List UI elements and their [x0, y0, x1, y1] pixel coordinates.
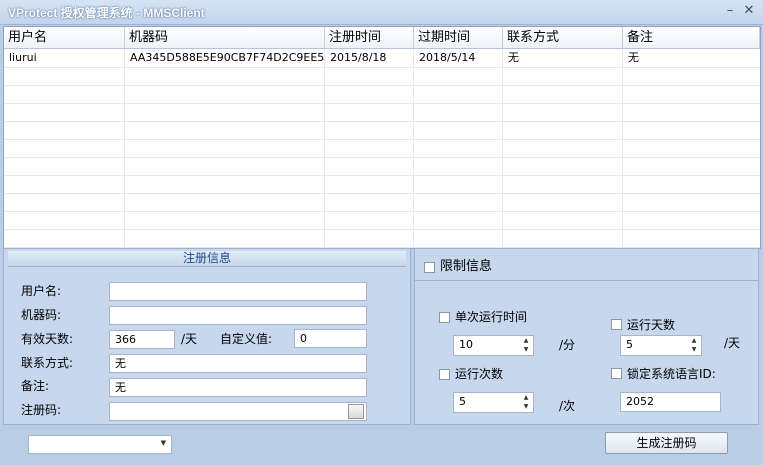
spin-up-icon[interactable]: ▲	[521, 394, 531, 402]
days-unit-label: /天	[724, 336, 741, 350]
contact-label: 联系方式:	[21, 356, 74, 370]
window-title: VProtect 授权管理系统 - MMSClient	[8, 6, 205, 20]
empty-row	[4, 193, 760, 212]
run-count-input[interactable]: 5 ▲ ▼	[453, 392, 534, 413]
registration-panel: 注册信息 用户名: 机器码: 有效天数: 366 /天 自定义值: 0 联系方式…	[3, 248, 411, 425]
chevron-down-icon[interactable]: ▼	[161, 439, 166, 447]
close-icon[interactable]: ✕	[741, 4, 757, 18]
limit-info-label: 限制信息	[440, 259, 493, 274]
cell-machine-code: AA345D588E5E90CB7F74D2C9EE59...	[130, 51, 325, 64]
user-table[interactable]: 用户名 机器码 注册时间 过期时间 联系方式 备注 liurui AA345D5…	[3, 26, 761, 249]
empty-row	[4, 85, 760, 104]
cell-expire-date: 2018/5/14	[419, 51, 476, 64]
lock-language-checkbox[interactable]	[611, 368, 622, 379]
empty-row	[4, 211, 760, 230]
column-header-username[interactable]: 用户名	[4, 27, 125, 49]
single-run-time-input[interactable]: 10 ▲ ▼	[453, 335, 534, 356]
column-header-expire-date[interactable]: 过期时间	[414, 27, 503, 49]
empty-row	[4, 175, 760, 194]
empty-row	[4, 157, 760, 176]
single-run-time-value: 10	[459, 338, 473, 351]
limit-info-checkbox[interactable]	[424, 262, 435, 273]
run-days-checkbox[interactable]	[611, 319, 622, 330]
run-days-input[interactable]: 5 ▲ ▼	[620, 335, 702, 356]
cell-contact: 无	[508, 51, 519, 64]
reg-code-label: 注册码:	[21, 403, 62, 417]
run-count-checkbox[interactable]	[439, 369, 450, 380]
times-unit-label: /次	[559, 399, 576, 413]
valid-days-label: 有效天数:	[21, 332, 74, 346]
spin-down-icon[interactable]: ▼	[521, 403, 531, 411]
spin-down-icon[interactable]: ▼	[521, 346, 531, 354]
title-bar: VProtect 授权管理系统 - MMSClient – ✕	[0, 0, 763, 25]
username-input[interactable]	[109, 282, 367, 301]
empty-row	[4, 103, 760, 122]
column-header-reg-date[interactable]: 注册时间	[325, 27, 414, 49]
reg-code-input[interactable]	[109, 402, 367, 421]
custom-value-label: 自定义值:	[220, 332, 273, 346]
machine-code-label: 机器码:	[21, 308, 62, 322]
contact-input[interactable]: 无	[109, 354, 367, 373]
run-days-label: 运行天数	[627, 318, 676, 332]
username-label: 用户名:	[21, 284, 62, 298]
column-header-contact[interactable]: 联系方式	[503, 27, 623, 49]
spin-down-icon[interactable]: ▼	[689, 346, 699, 354]
spin-up-icon[interactable]: ▲	[521, 337, 531, 345]
note-label: 备注:	[21, 379, 50, 393]
run-count-value: 5	[459, 395, 466, 408]
run-count-label: 运行次数	[455, 367, 504, 381]
custom-value-input[interactable]: 0	[294, 329, 367, 348]
generate-reg-code-button[interactable]: 生成注册码	[605, 432, 728, 454]
empty-row	[4, 139, 760, 158]
run-days-value: 5	[626, 338, 633, 351]
machine-code-input[interactable]	[109, 306, 367, 325]
divider	[415, 280, 758, 281]
empty-row	[4, 121, 760, 140]
days-unit-label: /天	[181, 332, 198, 346]
minimize-icon[interactable]: –	[722, 4, 738, 18]
valid-days-input[interactable]: 366	[109, 330, 175, 349]
note-input[interactable]: 无	[109, 378, 367, 397]
cell-reg-date: 2015/8/18	[330, 51, 387, 64]
column-header-note[interactable]: 备注	[623, 27, 760, 49]
minutes-unit-label: /分	[559, 338, 576, 352]
bottom-dropdown[interactable]: ▼	[28, 435, 172, 454]
column-header-machine-code[interactable]: 机器码	[125, 27, 325, 49]
lock-language-label: 锁定系统语言ID:	[627, 367, 716, 381]
cell-username: liurui	[9, 51, 37, 64]
limit-panel: 限制信息 单次运行时间 10 ▲ ▼ /分 运行天数 5 ▲ ▼ /天 运行次数…	[414, 248, 759, 425]
empty-row	[4, 67, 760, 86]
cell-note: 无	[628, 51, 639, 64]
spin-up-icon[interactable]: ▲	[689, 337, 699, 345]
table-row[interactable]: liurui AA345D588E5E90CB7F74D2C9EE59... 2…	[4, 49, 760, 68]
single-run-time-label: 单次运行时间	[455, 310, 528, 324]
language-id-input[interactable]: 2052	[620, 392, 721, 412]
single-run-time-checkbox[interactable]	[439, 312, 450, 323]
empty-row	[4, 229, 760, 248]
registration-panel-title: 注册信息	[8, 251, 406, 267]
reg-code-browse-button[interactable]	[348, 404, 364, 419]
